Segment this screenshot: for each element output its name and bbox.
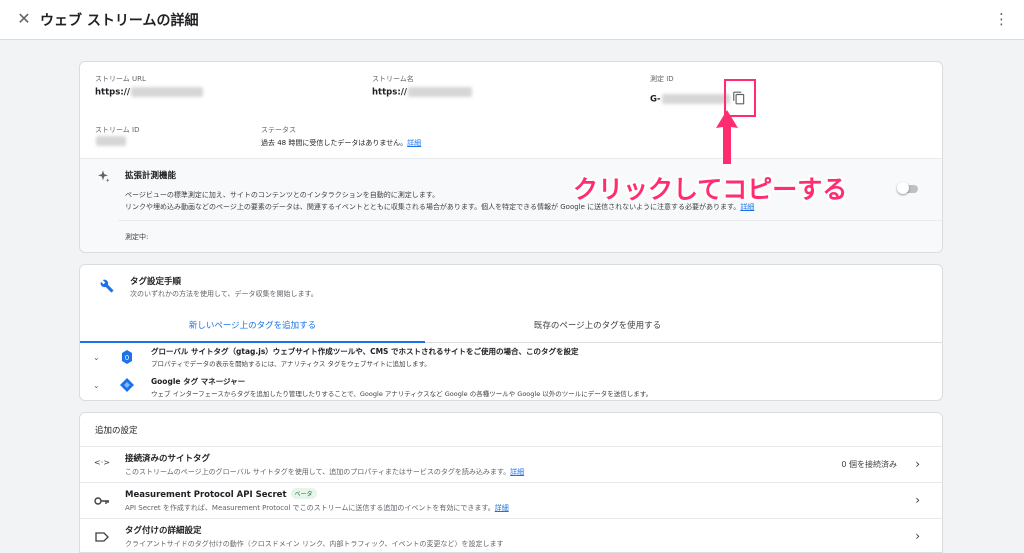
code-icon: <·> [94, 458, 110, 467]
measuring-label: 測定中: [125, 233, 149, 241]
copy-annotation: クリックしてコピーする [573, 175, 848, 204]
gtag-icon: 0 [122, 350, 132, 364]
connected-site-tags-learn-more-link[interactable]: 詳細 [510, 468, 524, 476]
svg-text:0: 0 [125, 354, 129, 362]
measurement-protocol-learn-more-link[interactable]: 詳細 [495, 504, 509, 512]
section-divider [118, 220, 942, 221]
global-site-tag-title: グローバル サイトタグ（gtag.js）ウェブサイト作成ツールや、CMS でホス… [151, 347, 579, 356]
tag-setup-card: タグ設定手順 次のいずれかの方法を使用して、データ収集を開始します。 新しいペー… [79, 264, 943, 401]
measurement-protocol-title: Measurement Protocol API Secret ベータ [125, 488, 317, 500]
stream-url-value: https:// [95, 87, 203, 98]
copy-icon[interactable] [732, 91, 746, 105]
connected-site-tags-row[interactable]: <·> 接続済みのサイトタグ このストリームのページ上のグローバル サイトタグを… [80, 446, 942, 482]
key-icon [94, 497, 109, 505]
chevron-right-icon: › [915, 457, 920, 471]
close-icon[interactable]: ✕ [14, 8, 34, 30]
connected-site-tags-title: 接続済みのサイトタグ [125, 454, 211, 464]
wrench-icon [100, 279, 114, 293]
tag-manager-title: Google タグ マネージャー [151, 377, 246, 386]
more-vert-icon[interactable]: ⋮ [994, 8, 1009, 30]
measurement-id-value: G- [650, 94, 730, 105]
chevron-down-icon: ⌄ [93, 353, 100, 362]
advanced-tagging-title: タグ付けの詳細設定 [125, 526, 202, 536]
top-app-bar: ✕ ウェブ ストリームの詳細 ⋮ [0, 0, 1024, 40]
advanced-tagging-row[interactable]: タグ付けの詳細設定 クライアントサイドのタグ付けの動作（クロスドメイン リンク、… [80, 518, 942, 553]
additional-settings-card: 追加の設定 <·> 接続済みのサイトタグ このストリームのページ上のグローバル … [79, 412, 943, 553]
tag-setup-subtitle: 次のいずれかの方法を使用して、データ収集を開始します。 [130, 290, 318, 298]
status-learn-more-link[interactable]: 詳細 [407, 139, 421, 147]
advanced-tagging-desc: クライアントサイドのタグ付けの動作（クロスドメイン リンク、内部トラフィック、イ… [125, 540, 504, 548]
enhanced-measurement-title: 拡張計測機能 [125, 171, 177, 181]
enhanced-measurement-toggle[interactable] [897, 182, 918, 194]
global-site-tag-desc: プロパティでデータの表示を開始するには、アナリティクス タグをウェブサイトに追加… [151, 360, 431, 368]
toggle-knob [897, 182, 909, 194]
measurement-protocol-row[interactable]: Measurement Protocol API Secret ベータ API S… [80, 482, 942, 518]
enhanced-desc-1: ページビューの標準測定に加え、サイトのコンテンツとのインタラクションを自動的に測… [125, 191, 440, 199]
tag-setup-title: タグ設定手順 [130, 277, 182, 287]
stream-name-label: ストリーム名 [372, 75, 414, 83]
label-icon [95, 532, 109, 542]
beta-badge: ベータ [290, 488, 317, 499]
status-text: 過去 48 時間に受信したデータはありません。詳細 [261, 139, 422, 147]
global-site-tag-row[interactable]: ⌄ 0 グローバル サイトタグ（gtag.js）ウェブサイト作成ツールや、CMS… [80, 345, 942, 371]
additional-settings-title: 追加の設定 [95, 426, 138, 436]
tab-use-existing-tag[interactable]: 既存のページ上のタグを使用する [425, 311, 770, 343]
status-label: ステータス [261, 126, 296, 134]
connected-count: 0 個を接続済み [841, 460, 897, 469]
tag-manager-row[interactable]: ⌄ Google タグ マネージャー ウェブ インターフェースからタグを追加した… [80, 373, 942, 399]
page-title: ウェブ ストリームの詳細 [40, 13, 199, 29]
stream-id-label: ストリーム ID [95, 126, 140, 134]
stream-url-label: ストリーム URL [95, 75, 146, 83]
measurement-id-label: 測定 ID [650, 75, 674, 83]
chevron-right-icon: › [915, 529, 920, 543]
sparkle-icon [98, 170, 110, 183]
tag-manager-desc: ウェブ インターフェースからタグを追加したり管理したりすることで、Google … [151, 390, 653, 398]
connected-site-tags-desc: このストリームのページ上のグローバル サイトタグを使用して、追加のプロパティまた… [125, 468, 525, 476]
stream-id-value [95, 136, 126, 147]
tag-manager-icon [120, 378, 134, 392]
measurement-protocol-desc: API Secret を作成すれば、Measurement Protocol で… [125, 504, 509, 512]
tag-tabs: 新しいページ上のタグを追加する 既存のページ上のタグを使用する [80, 311, 942, 343]
annotation-arrow [716, 110, 738, 164]
stream-details-card: ストリーム URL https:// ストリーム名 https:// 測定 ID… [79, 61, 943, 253]
chevron-down-icon: ⌄ [93, 381, 100, 390]
chevron-right-icon: › [915, 493, 920, 507]
stream-name-value: https:// [372, 87, 472, 98]
tab-add-new-tag[interactable]: 新しいページ上のタグを追加する [80, 311, 425, 343]
